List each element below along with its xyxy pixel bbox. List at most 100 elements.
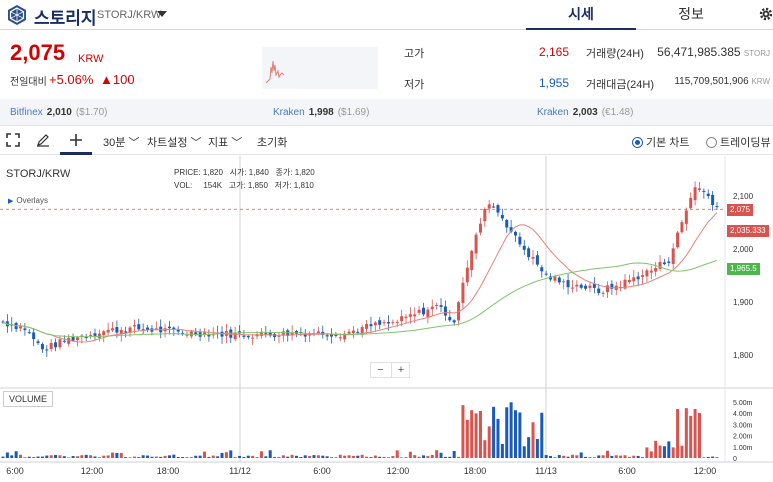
volume-bar xyxy=(216,456,220,458)
interval-select[interactable]: 30분 ﹀ xyxy=(103,134,139,150)
overlays-toggle[interactable]: Overlays xyxy=(8,196,48,205)
volume-bar xyxy=(137,457,141,458)
volume-bar xyxy=(119,452,123,458)
fullscreen-icon[interactable] xyxy=(6,133,20,147)
volume-bar xyxy=(338,454,342,458)
time-tick-label: 6:00 xyxy=(6,466,24,476)
candle-body xyxy=(531,256,535,259)
volume-bar xyxy=(671,447,675,458)
volume-bar xyxy=(588,457,592,458)
candle-body xyxy=(636,276,640,280)
time-tick-label: 6:00 xyxy=(618,466,636,476)
volume-bar xyxy=(132,456,136,458)
volume-label: 거래량(24H) xyxy=(586,48,644,60)
candle-body xyxy=(32,332,36,340)
exchange-item[interactable]: Kraken 2,003 (€1.48) xyxy=(537,107,633,118)
gear-icon[interactable] xyxy=(758,6,773,22)
amount-value: 115,709,501,906 xyxy=(674,76,749,87)
time-tick-label: 6:00 xyxy=(313,466,331,476)
candle-body xyxy=(483,208,487,222)
volume-bar xyxy=(124,457,128,458)
reset-button[interactable]: 초기화 xyxy=(257,134,287,150)
time-tick-label: 12:00 xyxy=(387,466,410,476)
candle-body xyxy=(93,333,97,336)
exchange-price: 1,998 xyxy=(308,107,334,118)
exchange-price: 2,010 xyxy=(46,107,72,118)
candle-body xyxy=(264,333,268,335)
candle-body xyxy=(461,282,465,303)
volume-bar xyxy=(189,457,193,458)
high-value: 1,850 xyxy=(247,181,268,190)
volume-bar xyxy=(229,450,233,458)
volume-bar xyxy=(281,455,285,458)
volume-bar xyxy=(553,457,557,458)
candle-body xyxy=(588,285,592,288)
low-value: 1,955 xyxy=(538,76,569,90)
volume-bar xyxy=(465,419,469,458)
volume-bar xyxy=(264,456,268,458)
volume-bar xyxy=(614,455,618,458)
candle-body xyxy=(474,234,478,254)
candle-body xyxy=(391,322,395,324)
zoom-out-button[interactable]: − xyxy=(371,363,390,377)
volume-bar xyxy=(19,454,23,458)
ma-long-tag: 1,965.5 xyxy=(727,263,760,275)
volume-bar xyxy=(610,455,614,458)
volume-24h: 56,471,985.385 STORJ xyxy=(640,45,770,59)
candle-body xyxy=(601,292,605,294)
candle-body xyxy=(435,304,439,306)
candle-body xyxy=(627,279,631,283)
exchange-item[interactable]: Bitfinex 2,010 ($1.70) xyxy=(10,107,108,118)
candle-body xyxy=(492,206,496,208)
candle-body xyxy=(115,327,119,333)
volume-bar xyxy=(435,450,439,458)
volume-bar xyxy=(457,456,461,458)
volume-bar xyxy=(527,437,531,458)
basic-chart-radio[interactable]: 기본 차트 xyxy=(632,134,690,150)
chevron-down-icon[interactable] xyxy=(157,11,167,17)
volume-bar xyxy=(478,410,482,458)
zoom-in-button[interactable]: + xyxy=(391,363,410,377)
close-value: 1,820 xyxy=(294,168,315,177)
basic-chart-label: 기본 차트 xyxy=(646,137,690,149)
volume-bar xyxy=(645,447,649,458)
time-tick-label: 11/13 xyxy=(535,466,557,476)
candle-body xyxy=(654,267,658,272)
volume-bar xyxy=(172,454,176,458)
candle-body xyxy=(540,267,544,272)
volume-bar xyxy=(330,457,334,458)
volume-bar xyxy=(605,450,609,458)
volume-bar xyxy=(439,452,443,458)
volume-bar xyxy=(224,452,228,458)
candle-body xyxy=(426,309,430,317)
exchange-item[interactable]: Kraken 1,998 ($1.69) xyxy=(273,107,369,118)
volume-bar xyxy=(676,409,680,458)
tab-quote[interactable]: 시세 xyxy=(526,0,636,30)
volume-bar xyxy=(176,457,180,458)
crosshair-icon[interactable] xyxy=(69,133,83,147)
volume-bar xyxy=(386,457,390,458)
pencil-icon[interactable] xyxy=(36,133,50,147)
candle-body xyxy=(124,331,128,333)
volume-bar xyxy=(597,455,601,458)
price-chart[interactable]: 6:00 12:00 18:00 11/12 6:00 12:00 18:00 11/13 6:… xyxy=(0,156,773,482)
candle-body xyxy=(167,326,171,329)
price-label: PRICE: xyxy=(174,168,201,177)
candle-body xyxy=(649,270,653,273)
volume-bar xyxy=(111,452,115,458)
volume-bar xyxy=(27,456,31,458)
chart-settings-menu[interactable]: 차트설정 ﹀ xyxy=(147,134,202,150)
volume-bar xyxy=(426,456,430,458)
indicators-menu[interactable]: 지표 ﹀ xyxy=(208,134,242,150)
tradingview-radio[interactable]: 트레이딩뷰 xyxy=(706,134,771,150)
interval-label: 30분 xyxy=(103,137,126,149)
price-tick-label: 1,800 xyxy=(733,351,754,360)
candle-body xyxy=(592,284,596,288)
volume-bar xyxy=(325,456,329,458)
tab-info[interactable]: 정보 xyxy=(636,0,746,30)
volume-bar xyxy=(632,455,636,458)
volume-bar xyxy=(62,456,66,458)
volume-bar xyxy=(514,410,518,458)
candle-body xyxy=(395,321,399,323)
candle-body xyxy=(470,250,474,271)
